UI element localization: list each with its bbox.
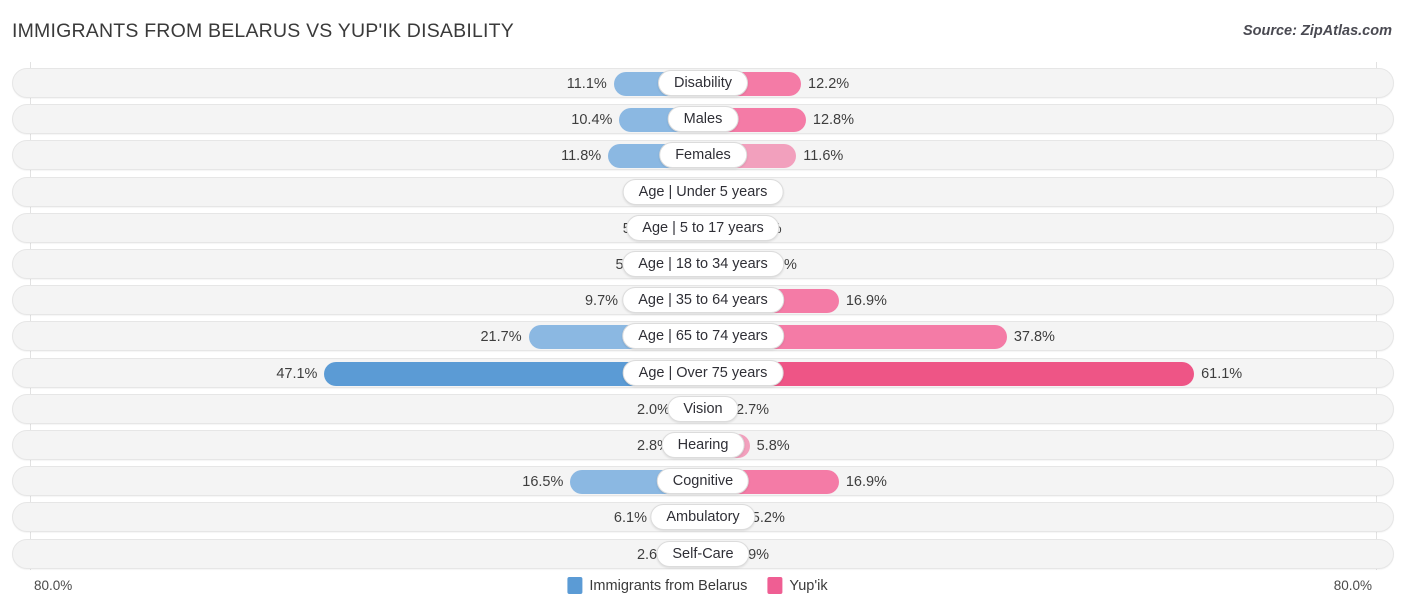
legend-item[interactable]: Yup'ik bbox=[767, 577, 828, 594]
value-label-left: 21.7% bbox=[480, 329, 522, 346]
value-label-right: 2.7% bbox=[736, 401, 770, 418]
page-title: IMMIGRANTS FROM BELARUS VS YUP'IK DISABI… bbox=[12, 20, 514, 42]
legend-swatch-icon bbox=[767, 577, 783, 594]
value-label-left: 9.7% bbox=[584, 293, 619, 310]
category-label-pill[interactable]: Age | 5 to 17 years bbox=[626, 214, 780, 241]
table-row[interactable]: 16.5% 16.9% Cognitive bbox=[12, 466, 1394, 497]
category-label-pill[interactable]: Hearing bbox=[661, 432, 745, 458]
category-label-pill[interactable]: Cognitive bbox=[656, 468, 750, 495]
table-row[interactable]: 9.7% 16.9% Age | 35 to 64 years bbox=[12, 285, 1394, 316]
category-label-pill[interactable]: Age | Under 5 years bbox=[622, 178, 784, 205]
table-row[interactable]: 2.0% 2.7% Vision bbox=[12, 393, 1394, 424]
table-row[interactable]: 2.6% 1.9% Self-Care bbox=[12, 538, 1394, 569]
chart-page: IMMIGRANTS FROM BELARUS VS YUP'IK DISABI… bbox=[0, 0, 1406, 612]
table-row[interactable]: 5.0%4.8%Age | 5 to 17 years bbox=[12, 212, 1394, 243]
value-label-left: 6.1% bbox=[613, 510, 647, 527]
category-label-pill[interactable]: Age | Over 75 years bbox=[622, 359, 784, 386]
chart-legend: Immigrants from Belarus Yup'ik bbox=[567, 577, 838, 594]
category-label-pill[interactable]: Vision bbox=[667, 395, 739, 422]
table-row[interactable]: 5.9%6.7%Age | 18 to 34 years bbox=[12, 249, 1394, 279]
chart-plot-area: 11.1% 12.2% Disability 10.4% 12.8% Males 11.8%… bbox=[0, 62, 1406, 570]
value-label-left: 11.1% bbox=[566, 76, 607, 92]
category-label-pill[interactable]: Males bbox=[667, 106, 739, 133]
category-label-pill[interactable]: Females bbox=[659, 142, 747, 169]
legend-item[interactable]: Immigrants from Belarus bbox=[567, 577, 747, 594]
axis-label-right: 80.0% bbox=[1333, 578, 1372, 593]
chart-footer: 80.0% 80.0% Immigrants from Belarus Yup'i… bbox=[0, 572, 1406, 604]
legend-item-label: Yup'ik bbox=[789, 577, 828, 594]
table-row[interactable]: 6.1% 5.2% Ambulatory bbox=[12, 502, 1394, 533]
value-label-left: 11.8% bbox=[561, 148, 602, 165]
table-row[interactable]: 11.1% 12.2% Disability bbox=[12, 68, 1394, 98]
value-label-right: 12.2% bbox=[808, 76, 850, 92]
table-row[interactable]: 21.7% 37.8% Age | 65 to 74 years bbox=[12, 321, 1394, 352]
legend-item-label: Immigrants from Belarus bbox=[589, 577, 748, 594]
legend-swatch-icon bbox=[567, 577, 583, 594]
value-label-right: 5.2% bbox=[751, 510, 785, 527]
value-label-right: 16.9% bbox=[845, 293, 887, 310]
category-label-pill[interactable]: Age | 65 to 74 years bbox=[622, 323, 784, 350]
value-label-right: 61.1% bbox=[1201, 365, 1243, 382]
axis-label-left: 80.0% bbox=[34, 578, 73, 593]
value-label-left: 2.0% bbox=[636, 401, 670, 418]
table-row[interactable]: 11.8% 11.6% Females bbox=[12, 140, 1394, 171]
category-label-pill[interactable]: Age | 18 to 34 years bbox=[622, 251, 784, 277]
value-label-left: 16.5% bbox=[522, 474, 564, 491]
table-row[interactable]: 47.1% 61.1% Age | Over 75 years bbox=[12, 357, 1394, 388]
table-row[interactable]: 2.8% 5.8% Hearing bbox=[12, 430, 1394, 460]
category-label-pill[interactable]: Ambulatory bbox=[650, 504, 756, 531]
value-label-left: 47.1% bbox=[276, 365, 318, 382]
value-label-right: 12.8% bbox=[812, 112, 854, 129]
category-label-pill[interactable]: Self-Care bbox=[656, 540, 750, 567]
category-label-pill[interactable]: Age | 35 to 64 years bbox=[622, 287, 784, 314]
value-label-right: 37.8% bbox=[1013, 329, 1055, 346]
value-label-right: 11.6% bbox=[803, 148, 844, 165]
value-label-right: 5.8% bbox=[756, 438, 790, 454]
source-attribution: Source: ZipAtlas.com bbox=[1242, 23, 1392, 39]
value-label-right: 16.9% bbox=[845, 474, 887, 491]
value-label-left: 10.4% bbox=[571, 112, 613, 129]
table-row[interactable]: 1.0%4.5%Age | Under 5 years bbox=[12, 176, 1394, 207]
category-label-pill[interactable]: Disability bbox=[657, 70, 749, 96]
table-row[interactable]: 10.4% 12.8% Males bbox=[12, 104, 1394, 135]
